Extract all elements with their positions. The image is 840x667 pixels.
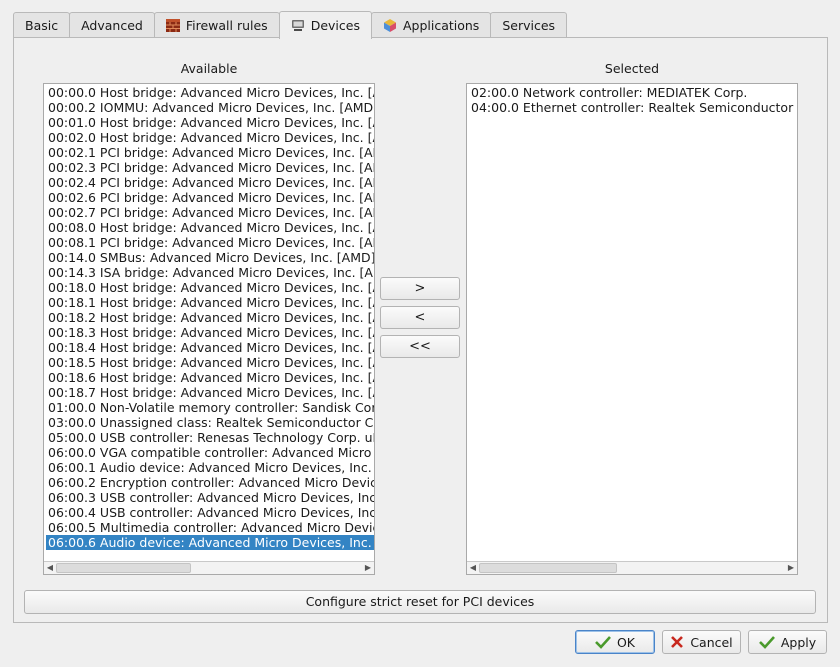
list-item[interactable]: 00:18.1 Host bridge: Advanced Micro Devi…	[46, 295, 374, 310]
list-item[interactable]: 00:00.0 Host bridge: Advanced Micro Devi…	[46, 85, 374, 100]
list-item[interactable]: 06:00.3 USB controller: Advanced Micro D…	[46, 490, 374, 505]
selected-hscrollbar[interactable]: ◀ ▶	[467, 561, 797, 574]
apply-button[interactable]: Apply	[748, 630, 827, 654]
list-item[interactable]: 00:14.3 ISA bridge: Advanced Micro Devic…	[46, 265, 374, 280]
list-item[interactable]: 05:00.0 USB controller: Renesas Technolo…	[46, 430, 374, 445]
available-rows: 00:00.0 Host bridge: Advanced Micro Devi…	[46, 85, 374, 550]
tab-bar: Basic Advanced Firewall rules Devices Ap…	[13, 11, 568, 39]
applications-icon	[383, 19, 397, 32]
list-item[interactable]: 00:14.0 SMBus: Advanced Micro Devices, I…	[46, 250, 374, 265]
list-item[interactable]: 00:02.6 PCI bridge: Advanced Micro Devic…	[46, 190, 374, 205]
list-item[interactable]: 00:08.0 Host bridge: Advanced Micro Devi…	[46, 220, 374, 235]
ok-label: OK	[616, 634, 636, 650]
list-item[interactable]: 00:18.2 Host bridge: Advanced Micro Devi…	[46, 310, 374, 325]
add-device-button[interactable]: >	[380, 277, 460, 300]
checkmark-icon	[758, 636, 775, 649]
scroll-thumb[interactable]	[56, 563, 191, 573]
list-item[interactable]: 00:18.3 Host bridge: Advanced Micro Devi…	[46, 325, 374, 340]
scroll-thumb[interactable]	[479, 563, 617, 573]
cancel-label: Cancel	[690, 634, 733, 650]
devices-icon	[291, 19, 305, 32]
tab-label: Advanced	[81, 18, 143, 33]
tab-label: Devices	[310, 18, 360, 33]
list-item[interactable]: 00:08.1 PCI bridge: Advanced Micro Devic…	[46, 235, 374, 250]
tab-applications[interactable]: Applications	[370, 12, 492, 38]
list-item[interactable]: 00:18.4 Host bridge: Advanced Micro Devi…	[46, 340, 374, 355]
checkmark-icon	[595, 636, 611, 649]
remove-device-button[interactable]: <	[380, 306, 460, 329]
tab-basic[interactable]: Basic	[13, 12, 71, 38]
scroll-right-icon[interactable]: ▶	[785, 562, 797, 574]
firewall-icon	[165, 19, 180, 32]
selected-list[interactable]: 02:00.0 Network controller: MEDIATEK Cor…	[466, 83, 798, 575]
tab-label: Firewall rules	[185, 18, 268, 33]
list-item[interactable]: 00:02.1 PCI bridge: Advanced Micro Devic…	[46, 145, 374, 160]
list-item[interactable]: 01:00.0 Non-Volatile memory controller: …	[46, 400, 374, 415]
cancel-button[interactable]: Cancel	[662, 630, 741, 654]
tab-firewall-rules[interactable]: Firewall rules	[153, 12, 280, 38]
scroll-left-icon[interactable]: ◀	[467, 562, 479, 574]
list-item[interactable]: 06:00.1 Audio device: Advanced Micro Dev…	[46, 460, 374, 475]
tab-label: Applications	[402, 18, 480, 33]
list-item[interactable]: 00:18.5 Host bridge: Advanced Micro Devi…	[46, 355, 374, 370]
list-item[interactable]: 00:02.4 PCI bridge: Advanced Micro Devic…	[46, 175, 374, 190]
tab-label: Services	[502, 18, 556, 33]
list-item[interactable]: 06:00.2 Encryption controller: Advanced …	[46, 475, 374, 490]
list-item[interactable]: 00:18.6 Host bridge: Advanced Micro Devi…	[46, 370, 374, 385]
scroll-left-icon[interactable]: ◀	[44, 562, 56, 574]
selected-title: Selected	[604, 61, 660, 76]
list-item[interactable]: 00:01.0 Host bridge: Advanced Micro Devi…	[46, 115, 374, 130]
list-item[interactable]: 00:02.7 PCI bridge: Advanced Micro Devic…	[46, 205, 374, 220]
list-item[interactable]: 02:00.0 Network controller: MEDIATEK Cor…	[469, 85, 797, 100]
available-hscrollbar[interactable]: ◀ ▶	[44, 561, 374, 574]
ok-button[interactable]: OK	[575, 630, 655, 654]
close-icon	[671, 636, 684, 648]
list-item[interactable]: 06:00.0 VGA compatible controller: Advan…	[46, 445, 374, 460]
list-item[interactable]: 04:00.0 Ethernet controller: Realtek Sem…	[469, 100, 797, 115]
list-item[interactable]: 00:00.2 IOMMU: Advanced Micro Devices, I…	[46, 100, 374, 115]
available-title: Available	[180, 61, 238, 76]
list-item[interactable]: 00:02.3 PCI bridge: Advanced Micro Devic…	[46, 160, 374, 175]
scroll-right-icon[interactable]: ▶	[362, 562, 374, 574]
list-item[interactable]: 00:02.0 Host bridge: Advanced Micro Devi…	[46, 130, 374, 145]
tab-services[interactable]: Services	[490, 12, 568, 38]
available-list[interactable]: 00:00.0 Host bridge: Advanced Micro Devi…	[43, 83, 375, 575]
list-item[interactable]: 00:18.0 Host bridge: Advanced Micro Devi…	[46, 280, 374, 295]
tab-advanced[interactable]: Advanced	[69, 12, 155, 38]
list-item[interactable]: 03:00.0 Unassigned class: Realtek Semico…	[46, 415, 374, 430]
strict-reset-button[interactable]: Configure strict reset for PCI devices	[24, 590, 816, 614]
devices-panel: Available Selected 00:00.0 Host bridge: …	[13, 37, 828, 623]
list-item[interactable]: 06:00.6 Audio device: Advanced Micro Dev…	[46, 535, 374, 550]
tab-devices[interactable]: Devices	[278, 11, 372, 39]
selected-rows: 02:00.0 Network controller: MEDIATEK Cor…	[469, 85, 797, 115]
tab-label: Basic	[25, 18, 59, 33]
list-item[interactable]: 00:18.7 Host bridge: Advanced Micro Devi…	[46, 385, 374, 400]
list-item[interactable]: 06:00.4 USB controller: Advanced Micro D…	[46, 505, 374, 520]
list-item[interactable]: 06:00.5 Multimedia controller: Advanced …	[46, 520, 374, 535]
apply-label: Apply	[780, 634, 817, 650]
remove-all-devices-button[interactable]: <<	[380, 335, 460, 358]
